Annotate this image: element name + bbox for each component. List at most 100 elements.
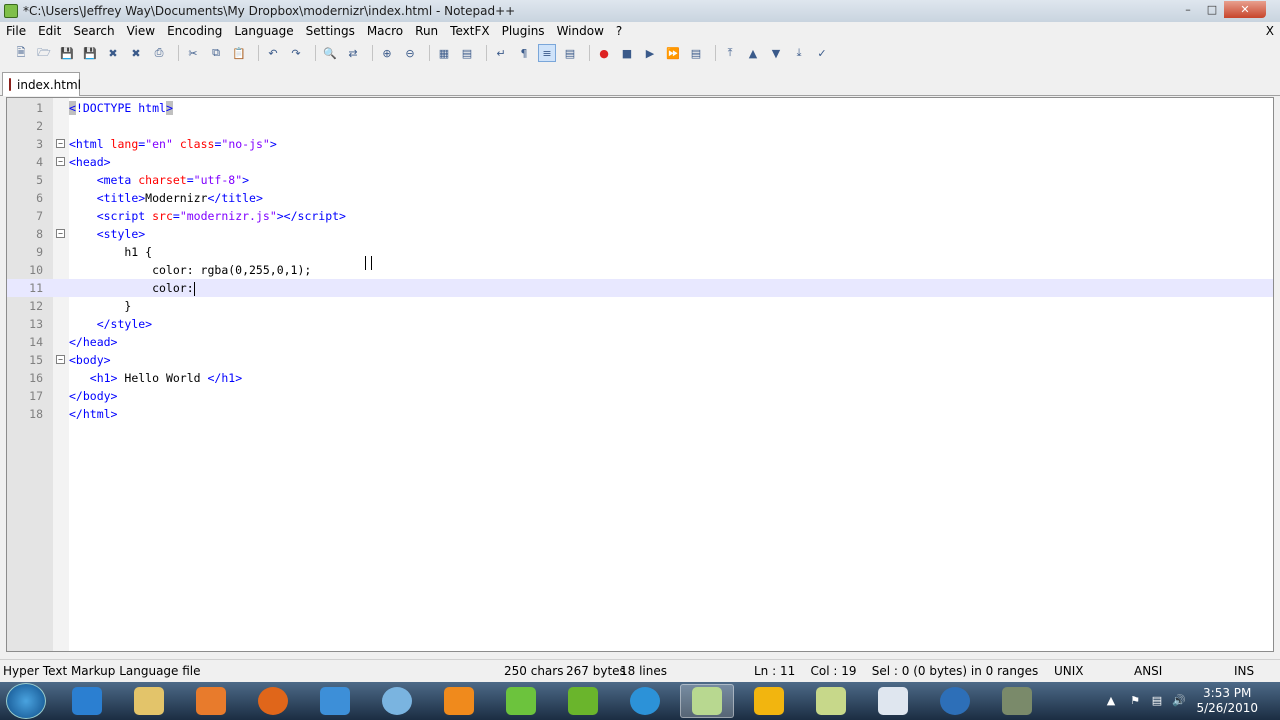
code-line[interactable]: 9 h1 { — [7, 243, 1273, 261]
code-line[interactable]: 17 </body> — [7, 387, 1273, 405]
menu-view[interactable]: View — [121, 22, 161, 41]
print-icon[interactable]: ⎙ — [150, 44, 168, 62]
run-macro-multiple-icon[interactable]: ⏩ — [664, 44, 682, 62]
stop-macro-icon[interactable]: ■ — [618, 44, 636, 62]
open-file-icon[interactable]: 🗁 — [35, 44, 53, 62]
taskbar-app-window[interactable] — [866, 684, 920, 718]
taskbar-notepadpp[interactable] — [680, 684, 734, 718]
sync-horizontal-icon[interactable]: ▤ — [458, 44, 476, 62]
code-editor[interactable]: 1 <!DOCTYPE html> 2 3 − <html lang="en" … — [6, 97, 1274, 652]
menu-settings[interactable]: Settings — [300, 22, 361, 41]
action-center-icon[interactable]: ⚑ — [1128, 694, 1142, 708]
notepadpp-window: *C:\Users\Jeffrey Way\Documents\My Dropb… — [0, 0, 1280, 682]
fold-collapse-icon[interactable]: − — [56, 355, 65, 364]
spellcheck-icon[interactable]: ✓ — [813, 44, 831, 62]
replace-icon[interactable]: ⇄ — [344, 44, 362, 62]
move-top-icon[interactable]: ⤒ — [721, 44, 739, 62]
close-button[interactable]: ✕ — [1224, 1, 1266, 18]
word-wrap-icon[interactable]: ↵ — [492, 44, 510, 62]
redo-icon[interactable]: ↷ — [287, 44, 305, 62]
taskbar-ie-tester[interactable] — [742, 684, 796, 718]
fold-collapse-icon[interactable]: − — [56, 157, 65, 166]
indent-guide-icon[interactable]: ≡ — [538, 44, 556, 62]
taskbar-app-notes[interactable] — [804, 684, 858, 718]
taskbar-vlc[interactable] — [432, 684, 486, 718]
minimize-button[interactable]: – — [1176, 1, 1200, 18]
taskbar-firefox[interactable] — [246, 684, 300, 718]
undo-icon[interactable]: ↶ — [264, 44, 282, 62]
cut-icon[interactable]: ✂ — [184, 44, 202, 62]
taskbar-ie[interactable] — [60, 684, 114, 718]
code-line[interactable]: 15 − <body> — [7, 351, 1273, 369]
menu-plugins[interactable]: Plugins — [496, 22, 551, 41]
code-line[interactable]: 14 </head> — [7, 333, 1273, 351]
code-line[interactable]: 12 } — [7, 297, 1273, 315]
menu-help[interactable]: ? — [610, 22, 628, 41]
menu-search[interactable]: Search — [67, 22, 120, 41]
taskbar-app-blue[interactable] — [618, 684, 672, 718]
tab-index-html[interactable]: index.html — [2, 72, 81, 96]
app-blue-icon — [630, 687, 660, 715]
taskbar-explorer[interactable] — [122, 684, 176, 718]
start-button[interactable] — [6, 683, 46, 719]
record-macro-icon[interactable]: ● — [595, 44, 613, 62]
move-bottom-icon[interactable]: ⤓ — [790, 44, 808, 62]
code-line[interactable]: 1 <!DOCTYPE html> — [7, 99, 1273, 117]
taskbar-media-player[interactable] — [184, 684, 238, 718]
menu-textfx[interactable]: TextFX — [444, 22, 495, 41]
new-file-icon[interactable]: 🗎 — [12, 44, 30, 62]
menu-window[interactable]: Window — [551, 22, 610, 41]
network-icon[interactable]: ▤ — [1150, 694, 1164, 708]
taskbar-app-globe[interactable] — [928, 684, 982, 718]
sync-vertical-icon[interactable]: ▦ — [435, 44, 453, 62]
save-all-icon[interactable]: 💾 — [81, 44, 99, 62]
fold-collapse-icon[interactable]: − — [56, 229, 65, 238]
clock[interactable]: 3:53 PM 5/26/2010 — [1196, 686, 1258, 716]
code-line[interactable]: 3 − <html lang="en" class="no-js"> — [7, 135, 1273, 153]
code-line[interactable]: 4 − <head> — [7, 153, 1273, 171]
evernote-icon — [568, 687, 598, 715]
title-bar[interactable]: *C:\Users\Jeffrey Way\Documents\My Dropb… — [0, 0, 1280, 22]
code-line-current[interactable]: 11 color: — [7, 279, 1273, 297]
close-all-icon[interactable]: ✖ — [127, 44, 145, 62]
taskbar-dropbox[interactable] — [308, 684, 362, 718]
menu-run[interactable]: Run — [409, 22, 444, 41]
code-line[interactable]: 5 <meta charset="utf-8"> — [7, 171, 1273, 189]
menu-macro[interactable]: Macro — [361, 22, 409, 41]
code-line[interactable]: 18 </html> — [7, 405, 1273, 423]
move-down-icon[interactable]: ▼ — [767, 44, 785, 62]
taskbar-itunes[interactable] — [370, 684, 424, 718]
zoom-in-icon[interactable]: ⊕ — [378, 44, 396, 62]
menu-file[interactable]: File — [0, 22, 32, 41]
taskbar-app-tools[interactable] — [990, 684, 1044, 718]
show-all-chars-icon[interactable]: ¶ — [515, 44, 533, 62]
line-number: 6 — [36, 191, 43, 205]
code-line[interactable]: 10 color: rgba(0,255,0,1); — [7, 261, 1273, 279]
document-close-icon[interactable]: X — [1266, 22, 1274, 41]
code-line[interactable]: 8 − <style> — [7, 225, 1273, 243]
paste-icon[interactable]: 📋 — [230, 44, 248, 62]
code-line[interactable]: 13 </style> — [7, 315, 1273, 333]
find-icon[interactable]: 🔍 — [321, 44, 339, 62]
code-line[interactable]: 6 <title>Modernizr</title> — [7, 189, 1273, 207]
user-language-icon[interactable]: ▤ — [561, 44, 579, 62]
save-macro-icon[interactable]: ▤ — [687, 44, 705, 62]
show-hidden-icons-icon[interactable]: ▲ — [1104, 694, 1118, 708]
menu-encoding[interactable]: Encoding — [161, 22, 228, 41]
taskbar-evernote[interactable] — [556, 684, 610, 718]
save-icon[interactable]: 💾 — [58, 44, 76, 62]
menu-edit[interactable]: Edit — [32, 22, 67, 41]
move-up-icon[interactable]: ▲ — [744, 44, 762, 62]
code-line[interactable]: 16 <h1> Hello World </h1> — [7, 369, 1273, 387]
taskbar-app-h[interactable] — [494, 684, 548, 718]
copy-icon[interactable]: ⧉ — [207, 44, 225, 62]
zoom-out-icon[interactable]: ⊖ — [401, 44, 419, 62]
close-file-icon[interactable]: ✖ — [104, 44, 122, 62]
volume-icon[interactable]: 🔊 — [1172, 694, 1186, 708]
code-line[interactable]: 2 — [7, 117, 1273, 135]
code-line[interactable]: 7 <script src="modernizr.js"></script> — [7, 207, 1273, 225]
play-macro-icon[interactable]: ▶ — [641, 44, 659, 62]
fold-collapse-icon[interactable]: − — [56, 139, 65, 148]
menu-language[interactable]: Language — [228, 22, 299, 41]
maximize-button[interactable]: □ — [1200, 1, 1224, 18]
